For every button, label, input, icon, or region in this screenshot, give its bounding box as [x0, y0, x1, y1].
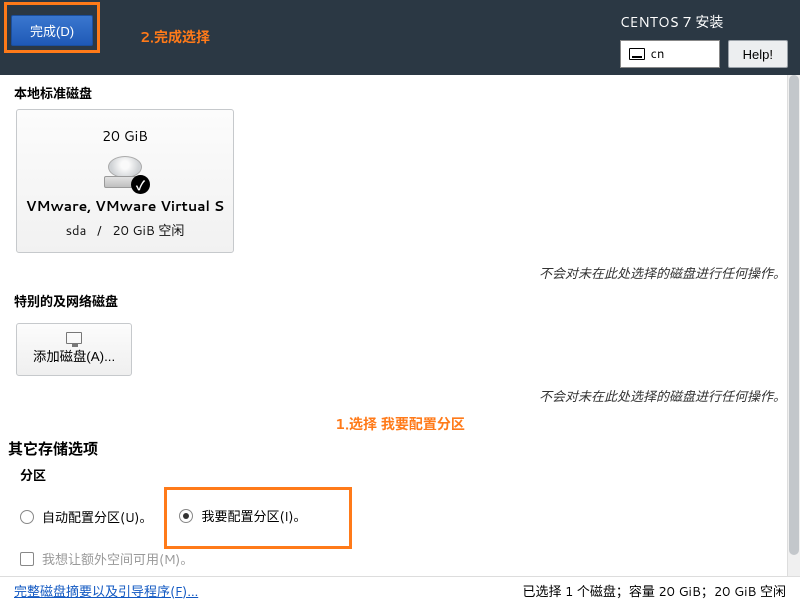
top-header: 完成(D) 2.完成选择 CENTOS 7 安装 cn Help! — [0, 0, 800, 75]
help-button[interactable]: Help! — [728, 40, 788, 68]
disk-name: VMware, VMware Virtual S — [17, 196, 233, 216]
partitioning-heading: 分区 — [20, 465, 786, 485]
add-disk-label: 添加磁盘(A)... — [33, 346, 115, 365]
radio-auto-label: 自动配置分区(U)。 — [42, 507, 152, 527]
radio-icon — [179, 509, 193, 523]
step1-annotation: 1.选择 我要配置分区 — [14, 414, 786, 434]
content-area: 本地标准磁盘 20 GiB VMware, VMware Virtual S s… — [0, 75, 800, 576]
footer-bar: 完整磁盘摘要以及引导程序(F)... 已选择 1 个磁盘；容量 20 GiB；2… — [0, 576, 800, 604]
radio-icon — [20, 510, 34, 524]
harddisk-icon — [104, 152, 146, 190]
checkbox-extra-space: 我想让额外空间可用(M)。 — [20, 549, 786, 569]
special-disks-heading: 特别的及网络磁盘 — [14, 291, 786, 311]
radio-auto-partition[interactable]: 自动配置分区(U)。 — [20, 507, 152, 527]
done-button[interactable]: 完成(D) — [11, 15, 93, 46]
done-button-highlight: 完成(D) — [4, 2, 100, 53]
device-icon — [66, 332, 82, 344]
keyboard-icon — [629, 48, 645, 60]
local-disks-note: 不会对未在此处选择的磁盘进行任何操作。 — [14, 263, 786, 283]
add-disk-button[interactable]: 添加磁盘(A)... — [16, 323, 132, 376]
disk-size: 20 GiB — [17, 126, 233, 146]
radio-manual-partition[interactable]: 我要配置分区(I)。 — [179, 506, 306, 526]
other-options-heading: 其它存储选项 — [8, 438, 786, 459]
disk-summary-link[interactable]: 完整磁盘摘要以及引导程序(F)... — [14, 581, 198, 601]
header-right: CENTOS 7 安装 cn Help! — [620, 0, 800, 68]
product-title: CENTOS 7 安装 — [620, 12, 724, 32]
local-disks-heading: 本地标准磁盘 — [14, 83, 786, 103]
scrollbar-thumb[interactable] — [789, 75, 799, 555]
keyboard-indicator[interactable]: cn — [620, 40, 720, 68]
manual-partition-highlight: 我要配置分区(I)。 — [164, 487, 351, 549]
radio-manual-label: 我要配置分区(I)。 — [201, 506, 306, 526]
step2-annotation: 2.完成选择 — [140, 27, 210, 47]
check-icon — [131, 175, 150, 194]
header-left: 完成(D) 2.完成选择 — [0, 0, 620, 53]
disk-card-sda[interactable]: 20 GiB VMware, VMware Virtual S sda / 20… — [16, 109, 234, 253]
checkbox-icon — [20, 552, 34, 566]
extra-space-label: 我想让额外空间可用(M)。 — [42, 549, 193, 569]
scrollbar[interactable] — [787, 75, 800, 576]
disk-subline: sda / 20 GiB 空闲 — [17, 220, 233, 240]
keyboard-layout-label: cn — [651, 45, 665, 63]
selection-status: 已选择 1 个磁盘；容量 20 GiB；20 GiB 空闲 — [522, 581, 786, 601]
special-disks-note: 不会对未在此处选择的磁盘进行任何操作。 — [14, 386, 786, 406]
